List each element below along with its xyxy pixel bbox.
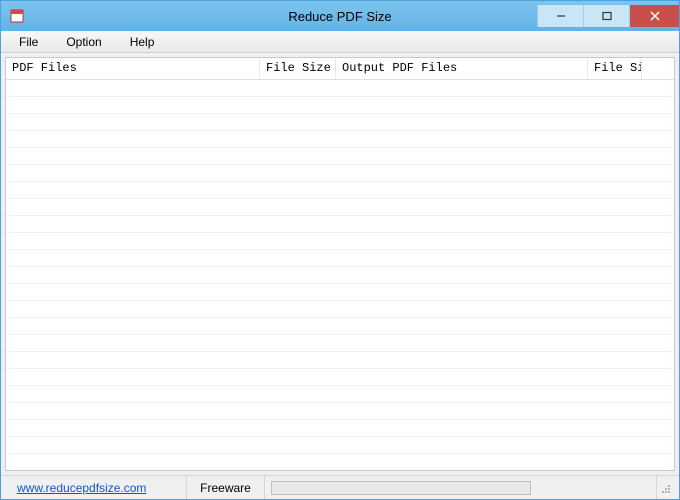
window-title: Reduce PDF Size — [288, 9, 391, 24]
close-button[interactable] — [629, 5, 679, 27]
table-row — [6, 403, 674, 420]
table-row — [6, 420, 674, 437]
maximize-button[interactable] — [583, 5, 629, 27]
table-row — [6, 335, 674, 352]
minimize-button[interactable] — [537, 5, 583, 27]
menu-help[interactable]: Help — [118, 33, 167, 51]
table-row — [6, 318, 674, 335]
table-header: PDF Files File Size Output PDF Files Fil… — [6, 58, 674, 80]
table-row — [6, 267, 674, 284]
app-icon — [9, 8, 25, 24]
status-link-cell: www.reducepdfsize.com — [7, 476, 187, 499]
menu-file[interactable]: File — [7, 33, 50, 51]
column-spacer — [642, 58, 674, 79]
table-row — [6, 437, 674, 454]
column-pdf-files[interactable]: PDF Files — [6, 58, 260, 79]
website-link[interactable]: www.reducepdfsize.com — [17, 481, 146, 495]
table-row — [6, 284, 674, 301]
content-area: PDF Files File Size Output PDF Files Fil… — [5, 57, 675, 471]
table-row — [6, 148, 674, 165]
table-row — [6, 199, 674, 216]
table-row — [6, 182, 674, 199]
menu-option[interactable]: Option — [54, 33, 113, 51]
table-row — [6, 386, 674, 403]
table-row — [6, 454, 674, 470]
column-output-file-size[interactable]: File Size — [588, 58, 642, 79]
table-body[interactable] — [6, 80, 674, 470]
table-row — [6, 301, 674, 318]
table-row — [6, 216, 674, 233]
menubar: File Option Help — [1, 31, 679, 53]
table-row — [6, 80, 674, 97]
table-row — [6, 233, 674, 250]
table-row — [6, 97, 674, 114]
table-row — [6, 165, 674, 182]
table-row — [6, 369, 674, 386]
table-row — [6, 114, 674, 131]
license-label: Freeware — [187, 476, 265, 499]
app-window: Reduce PDF Size File Option Help PDF Fil… — [0, 0, 680, 500]
status-progress-cell — [265, 476, 657, 499]
column-file-size[interactable]: File Size — [260, 58, 336, 79]
table-row — [6, 250, 674, 267]
progress-bar — [271, 481, 531, 495]
table-row — [6, 131, 674, 148]
column-output-pdf-files[interactable]: Output PDF Files — [336, 58, 588, 79]
resize-grip-icon[interactable] — [657, 480, 673, 496]
titlebar[interactable]: Reduce PDF Size — [1, 1, 679, 31]
window-controls — [537, 5, 679, 27]
table-row — [6, 352, 674, 369]
statusbar: www.reducepdfsize.com Freeware — [1, 475, 679, 499]
